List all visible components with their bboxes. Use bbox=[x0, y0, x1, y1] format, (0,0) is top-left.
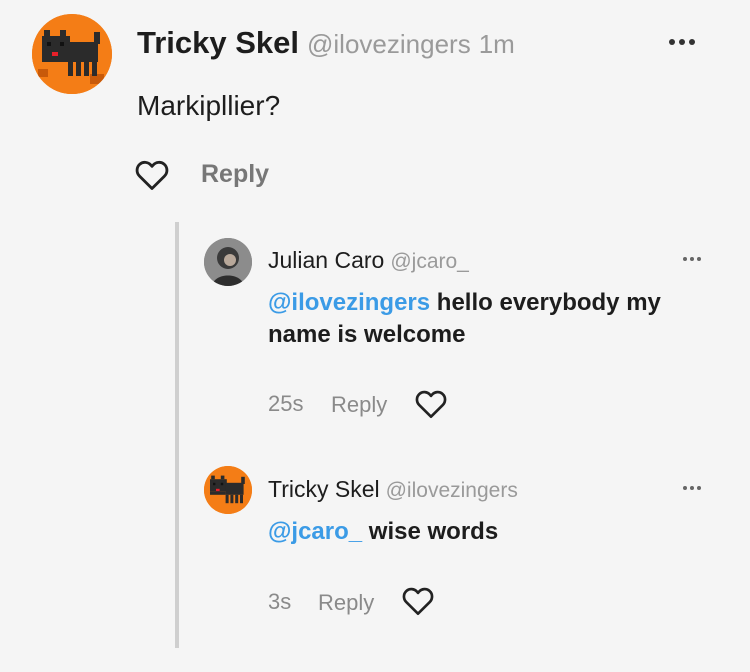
user-photo-avatar-image bbox=[204, 238, 252, 286]
avatar[interactable] bbox=[32, 14, 112, 94]
author-name[interactable]: Tricky Skel bbox=[137, 25, 299, 60]
timestamp: 25s bbox=[268, 391, 304, 416]
timestamp: 3s bbox=[268, 589, 292, 614]
avatar[interactable] bbox=[204, 466, 252, 514]
reply-header: Julian Caro @jcaro_ bbox=[268, 247, 469, 274]
more-options-icon[interactable] bbox=[683, 257, 701, 261]
reply-button[interactable]: Reply bbox=[201, 160, 269, 189]
author-handle[interactable]: @ilovezingers bbox=[307, 29, 471, 59]
like-heart-icon[interactable] bbox=[135, 159, 169, 191]
pixel-cat-avatar-image bbox=[204, 466, 252, 514]
reply-text: @ilovezingers hello everybody my name is… bbox=[268, 287, 728, 351]
more-options-icon[interactable] bbox=[669, 39, 695, 45]
like-heart-icon[interactable] bbox=[402, 586, 434, 616]
reply-text: @jcaro_ wise words bbox=[268, 516, 728, 548]
author-handle[interactable]: @jcaro_ bbox=[390, 250, 469, 273]
reply-body: wise words bbox=[362, 518, 499, 545]
author-name[interactable]: Tricky Skel bbox=[268, 476, 380, 502]
pixel-cat-avatar-image bbox=[32, 14, 112, 94]
reply-button[interactable]: Reply bbox=[331, 392, 387, 418]
reply-header: Tricky Skel @ilovezingers bbox=[268, 476, 518, 503]
author-handle[interactable]: @ilovezingers bbox=[386, 479, 518, 502]
mention-link[interactable]: @ilovezingers bbox=[268, 289, 430, 316]
more-options-icon[interactable] bbox=[683, 486, 701, 490]
comment-text: Markipllier? bbox=[137, 90, 281, 121]
avatar[interactable] bbox=[204, 238, 252, 286]
thread-line bbox=[175, 222, 179, 648]
author-name[interactable]: Julian Caro bbox=[268, 247, 384, 273]
like-heart-icon[interactable] bbox=[415, 389, 447, 419]
comment-header: Tricky Skel @ilovezingers 1m bbox=[137, 25, 515, 61]
reply-button[interactable]: Reply bbox=[318, 590, 374, 616]
timestamp: 1m bbox=[478, 29, 515, 59]
mention-link[interactable]: @jcaro_ bbox=[268, 518, 362, 545]
